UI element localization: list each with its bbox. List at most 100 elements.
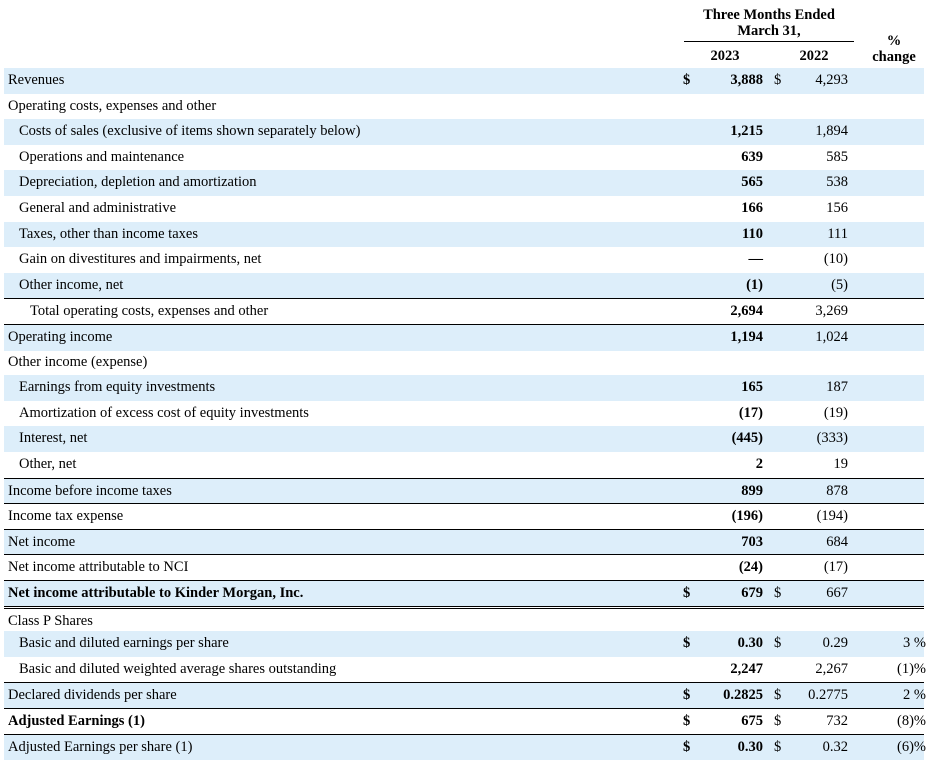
value-2022: (333): [816, 430, 848, 447]
row-label: Depreciation, depletion and amortization: [19, 174, 257, 191]
dollar-sign-2023: [683, 375, 697, 401]
dollar-sign-2023: [683, 170, 697, 196]
dollar-sign-2022: [774, 375, 788, 401]
percent-change: [862, 350, 926, 376]
value-2023: 703: [741, 533, 763, 550]
row-label: Net income attributable to Kinder Morgan…: [8, 585, 304, 601]
table-row: Net income 703 684: [4, 528, 924, 556]
row-label: Total operating costs, expenses and othe…: [30, 303, 269, 320]
percent-change: [862, 479, 926, 505]
value-2023: 165: [741, 379, 763, 396]
dollar-sign-2022: $: [774, 687, 782, 704]
dollar-sign-2023: [683, 479, 697, 505]
percent-change: [862, 325, 926, 351]
dollar-sign-2023: [683, 555, 697, 581]
col-header-2023: 2023: [710, 48, 740, 64]
row-label: Basic and diluted earnings per share: [19, 635, 229, 652]
dollar-sign-2023: [683, 196, 697, 222]
percent-change: [862, 68, 926, 94]
value-2022: [790, 350, 848, 376]
percent-change: (8)%: [897, 713, 926, 729]
value-2022: 156: [826, 200, 848, 216]
value-2023: 0.30: [737, 738, 763, 755]
value-2023: 0.2825: [723, 687, 763, 704]
value-2023: 639: [741, 148, 763, 165]
value-2023: 110: [742, 225, 763, 242]
table-row: Other income (expense): [4, 350, 924, 376]
percent-change: [862, 247, 926, 273]
dollar-sign-2023: [683, 299, 697, 325]
row-label: Other, net: [19, 456, 77, 472]
value-2022: 187: [826, 379, 848, 396]
percent-change: (1)%: [897, 660, 926, 677]
row-label: Revenues: [8, 72, 65, 88]
dollar-sign-2022: [774, 145, 788, 171]
period-title-line2: March 31,: [737, 23, 801, 39]
value-2023: (1): [746, 276, 763, 293]
row-label: Income tax expense: [8, 508, 124, 525]
table-row: General and administrative 166 156: [4, 196, 924, 222]
table-row: Earnings from equity investments 165 187: [4, 375, 924, 401]
dollar-sign-2023: [683, 350, 697, 376]
table-row: Taxes, other than income taxes 110 111: [4, 221, 924, 248]
dollar-sign-2022: [774, 273, 788, 299]
value-2022: 111: [827, 225, 848, 242]
percent-change: [862, 299, 926, 325]
dollar-sign-2022: [774, 479, 788, 505]
table-row: Net income attributable to NCI (24) (17): [4, 554, 924, 581]
dollar-sign-2022: [774, 401, 788, 427]
value-2022: 2,267: [815, 660, 848, 677]
value-2023: [700, 94, 763, 120]
value-2023: [700, 350, 763, 376]
percent-change: [862, 273, 926, 299]
row-label: Operating costs, expenses and other: [8, 97, 217, 114]
value-2023: 1,215: [730, 123, 763, 140]
pct-header-line2: change: [872, 49, 916, 65]
dollar-sign-2023: [683, 426, 697, 452]
value-2022: [790, 94, 848, 120]
table-row: Class P Shares: [4, 605, 924, 635]
value-2023: 0.30: [737, 635, 763, 652]
dollar-sign-2023: [683, 273, 697, 299]
percent-change: [862, 581, 926, 607]
dollar-sign-2023: [683, 145, 697, 171]
value-2022: (10): [823, 251, 848, 268]
percent-change: [862, 196, 926, 222]
row-label: Costs of sales (exclusive of items shown…: [19, 123, 361, 140]
dollar-sign-2023: [683, 222, 697, 248]
row-label: Adjusted Earnings (1): [8, 713, 145, 729]
value-2023: 899: [741, 482, 763, 499]
row-label: Declared dividends per share: [8, 687, 177, 704]
row-label: Operating income: [8, 329, 113, 345]
period-underline: [684, 41, 854, 42]
row-label: Taxes, other than income taxes: [19, 225, 198, 242]
row-label: Earnings from equity investments: [19, 379, 216, 396]
value-2022: (17): [823, 559, 848, 576]
row-label: Net income attributable to NCI: [8, 559, 189, 576]
percent-change: [862, 504, 926, 530]
table-row: Operating costs, expenses and other: [4, 94, 924, 120]
table-row: Income before income taxes 899 878: [4, 477, 926, 505]
dollar-sign-2022: [774, 94, 788, 120]
value-2022: (194): [816, 508, 848, 525]
value-2023: 675: [741, 713, 763, 729]
value-2022: 4,293: [815, 72, 848, 88]
value-2022: 3,269: [815, 303, 848, 320]
dollar-sign-2023: $: [683, 72, 691, 88]
row-label: Interest, net: [19, 430, 88, 447]
table-row: Costs of sales (exclusive of items shown…: [4, 119, 924, 145]
value-2023: 2,247: [730, 660, 763, 677]
dollar-sign-2023: [683, 452, 697, 478]
row-label: Adjusted Earnings per share (1): [8, 738, 193, 755]
percent-change: 3 %: [903, 635, 926, 652]
dollar-sign-2023: [683, 657, 697, 683]
dollar-sign-2022: [774, 504, 788, 530]
dollar-sign-2022: [774, 530, 788, 556]
value-2023: 3,888: [730, 72, 763, 88]
dollar-sign-2023: $: [683, 687, 691, 704]
percent-change: [862, 401, 926, 427]
value-2022: 0.29: [822, 635, 848, 652]
dollar-sign-2022: $: [774, 585, 782, 601]
percent-change: [862, 555, 926, 581]
value-2023: 2,694: [730, 303, 763, 320]
